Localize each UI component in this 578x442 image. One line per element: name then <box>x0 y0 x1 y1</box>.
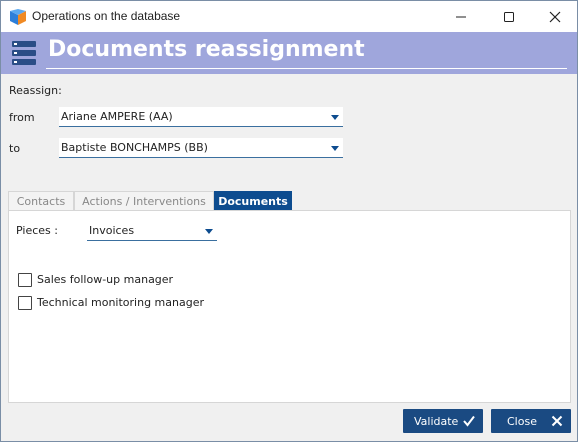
chevron-down-icon <box>205 229 213 234</box>
tab-actions-interventions[interactable]: Actions / Interventions <box>74 191 214 210</box>
from-value: Ariane AMPERE (AA) <box>61 110 173 123</box>
title-bar[interactable]: Operations on the database <box>1 1 577 33</box>
close-icon <box>549 11 561 23</box>
app-logo-icon <box>10 9 26 25</box>
pieces-label: Pieces : <box>16 224 58 237</box>
to-label: to <box>9 142 21 155</box>
close-icon <box>551 415 563 427</box>
maximize-button[interactable] <box>486 1 532 32</box>
minimize-button[interactable] <box>438 1 484 32</box>
dialog-window: Operations on the database Documents rea… <box>0 0 578 442</box>
window-title: Operations on the database <box>32 9 181 23</box>
pieces-select[interactable]: Invoices <box>87 221 217 241</box>
reassign-label: Reassign: <box>9 84 62 97</box>
technical-monitoring-checkbox[interactable] <box>18 296 32 310</box>
header-divider <box>46 68 567 69</box>
sales-followup-checkbox[interactable] <box>18 273 32 287</box>
page-title: Documents reassignment <box>48 37 365 62</box>
close-button[interactable]: Close <box>491 409 571 433</box>
tab-documents[interactable]: Documents <box>214 191 292 210</box>
chevron-down-icon <box>331 115 339 120</box>
chevron-down-icon <box>331 146 339 151</box>
to-select[interactable]: Baptiste BONCHAMPS (BB) <box>59 138 343 158</box>
close-label: Close <box>507 415 537 428</box>
minimize-icon <box>456 16 466 18</box>
database-icon <box>12 41 36 65</box>
validate-button[interactable]: Validate <box>403 409 483 433</box>
maximize-icon <box>504 12 514 22</box>
documents-panel: Pieces : Invoices Sales follow-up manage… <box>8 210 571 403</box>
checkmark-icon <box>463 415 475 427</box>
pieces-value: Invoices <box>89 224 135 237</box>
tab-contacts[interactable]: Contacts <box>8 191 74 210</box>
validate-label: Validate <box>414 415 459 428</box>
sales-followup-label[interactable]: Sales follow-up manager <box>37 273 173 286</box>
to-value: Baptiste BONCHAMPS (BB) <box>61 141 208 154</box>
from-select[interactable]: Ariane AMPERE (AA) <box>59 107 343 127</box>
page-header: Documents reassignment <box>1 32 577 74</box>
technical-monitoring-label[interactable]: Technical monitoring manager <box>37 296 204 309</box>
from-label: from <box>9 111 35 124</box>
close-window-button[interactable] <box>532 1 578 32</box>
